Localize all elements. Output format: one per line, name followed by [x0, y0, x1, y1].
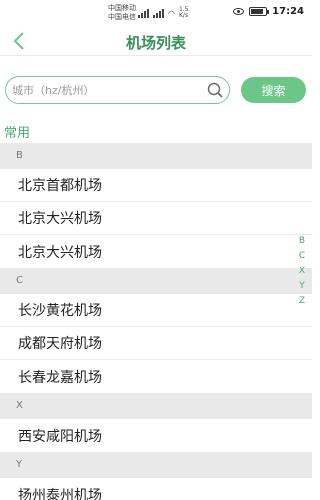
search-button[interactable]: 搜索 — [241, 77, 306, 103]
index-letter-c[interactable]: C — [299, 249, 305, 264]
airport-list: B 北京首都机场 北京大兴机场 北京大兴机场 C 长沙黄花机场 成都天府机场 长… — [0, 143, 312, 500]
list-item[interactable]: 北京首都机场 — [0, 169, 312, 202]
list-item[interactable]: 长春龙嘉机场 — [0, 360, 312, 393]
index-letter-z[interactable]: Z — [299, 294, 305, 309]
list-item[interactable]: 成都天府机场 — [0, 327, 312, 360]
status-bar: 中国移动 中国电信 ◠ 1.5 K/s 17:24 — [0, 0, 312, 26]
group-header-y: Y — [0, 452, 312, 478]
list-item[interactable]: 北京大兴机场 — [0, 235, 312, 268]
network-speed: 1.5 K/s — [178, 6, 189, 19]
group-header-x: X — [0, 393, 312, 419]
list-item[interactable]: 北京大兴机场 — [0, 202, 312, 235]
search-input[interactable] — [12, 80, 207, 100]
signal-icons: ◠ 1.5 K/s — [138, 7, 193, 19]
carrier-labels: 中国移动 中国电信 — [108, 4, 136, 22]
search-box[interactable] — [5, 76, 230, 104]
battery-icon — [249, 7, 270, 16]
signal-icon-2 — [153, 8, 164, 18]
signal-icon — [138, 8, 149, 18]
alphabet-index[interactable]: B C X Y Z — [296, 234, 308, 309]
search-icon[interactable] — [207, 82, 223, 98]
page-title: 机场列表 — [125, 34, 186, 52]
status-time: 17:24 — [272, 6, 304, 17]
header: 机场列表 — [0, 26, 312, 56]
common-section-label: 常用 — [4, 126, 31, 141]
eye-icon — [233, 8, 245, 15]
carrier-2: 中国电信 — [108, 13, 136, 21]
list-item[interactable]: 扬州泰州机场 — [0, 478, 312, 500]
index-letter-b[interactable]: B — [299, 234, 305, 249]
index-letter-x[interactable]: X — [299, 264, 305, 279]
list-item[interactable]: 长沙黄花机场 — [0, 294, 312, 327]
carrier-1: 中国移动 — [108, 4, 136, 12]
list-item[interactable]: 西安咸阳机场 — [0, 419, 312, 452]
group-header-c: C — [0, 268, 312, 294]
group-header-b: B — [0, 143, 312, 169]
search-row: 搜索 — [5, 76, 307, 104]
index-letter-y[interactable]: Y — [299, 279, 305, 294]
wifi-icon: ◠ — [168, 8, 175, 18]
